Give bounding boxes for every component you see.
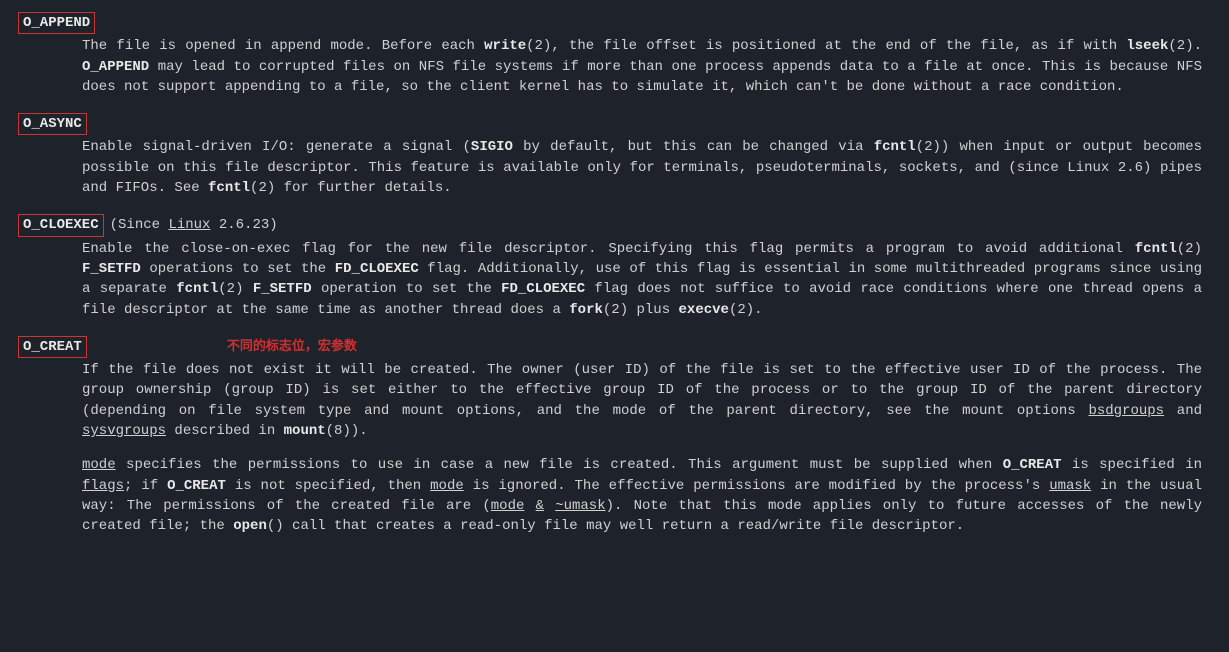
flag-section-creat: O_CREAT 不同的标志位，宏参数 If the file does not … — [18, 336, 1211, 537]
flag-name-async: O_ASYNC — [18, 113, 87, 135]
flag-section-cloexec: O_CLOEXEC (Since Linux 2.6.23) Enable th… — [18, 214, 1211, 319]
flag-since-cloexec: (Since Linux 2.6.23) — [110, 215, 278, 235]
flag-name-append: O_APPEND — [18, 12, 95, 34]
flag-desc-cloexec: Enable the close-on-exec flag for the ne… — [82, 239, 1202, 320]
flag-desc-creat: If the file does not exist it will be cr… — [82, 360, 1202, 536]
annotation-text: 不同的标志位，宏参数 — [227, 337, 357, 356]
flag-section-async: O_ASYNC Enable signal-driven I/O: genera… — [18, 113, 1211, 198]
flag-section-append: O_APPEND The file is opened in append mo… — [18, 12, 1211, 97]
flag-desc-async: Enable signal-driven I/O: generate a sig… — [82, 137, 1202, 198]
flag-name-cloexec: O_CLOEXEC — [18, 214, 104, 236]
flag-desc-append: The file is opened in append mode. Befor… — [82, 36, 1202, 97]
flag-name-creat: O_CREAT — [18, 336, 87, 358]
